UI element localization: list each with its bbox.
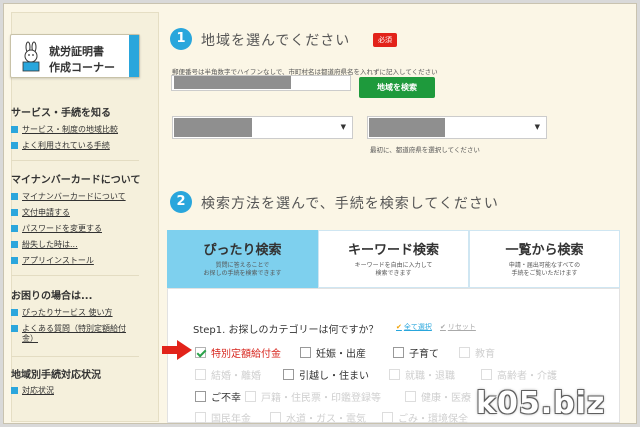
checkbox[interactable] [245, 391, 256, 402]
redacted-select-value [174, 118, 252, 137]
checkbox-checked[interactable] [195, 347, 206, 358]
bullet-square-icon [11, 126, 18, 133]
sidebar-link-popular-procedures[interactable]: よく利用されている手続 [11, 141, 110, 151]
checkbox[interactable] [481, 369, 492, 380]
dropdown-caret-icon: ▼ [534, 123, 540, 131]
reset-link[interactable]: ✔ リセット [440, 322, 476, 332]
option-marriage[interactable]: 結婚・離婚 [195, 367, 261, 382]
checkbox[interactable] [300, 347, 311, 358]
sidebar-link-app-install[interactable]: アプリインストール [11, 256, 94, 266]
step1-number-badge: 1 [170, 28, 192, 50]
bullet-square-icon [11, 225, 18, 232]
tab-keyword-search[interactable]: キーワード検索 キーワードを自由に入力して 検索できます [318, 230, 469, 288]
option-health[interactable]: 健康・医療 [405, 389, 471, 404]
redacted-select-value [369, 118, 445, 137]
bullet-square-icon [11, 387, 18, 394]
category-question: Step1. お探しのカテゴリーは何ですか？ [193, 325, 379, 336]
sidebar-link-apply[interactable]: 文付申請する [11, 208, 70, 218]
sidebar-divider [11, 275, 139, 276]
bullet-square-icon [11, 142, 18, 149]
checkbox[interactable] [270, 412, 281, 423]
step2-title: 検索方法を選んで、手続を検索してください [201, 196, 499, 212]
checkbox[interactable] [195, 412, 206, 423]
sidebar-link-status[interactable]: 対応状況 [11, 386, 54, 396]
option-garbage[interactable]: ごみ・環境保全 [382, 410, 468, 425]
checkbox[interactable] [195, 391, 206, 402]
option-utilities[interactable]: 水道・ガス・電気 [270, 410, 366, 425]
tab-perfect-search[interactable]: ぴったり検索 質問に答えることで お探しの手続を検索できます [167, 230, 318, 294]
option-moving[interactable]: 引越し・住まい [283, 367, 369, 382]
checkbox[interactable] [459, 347, 470, 358]
required-badge: 必須 [373, 33, 397, 47]
sidebar-link-regional-compare[interactable]: サービス・制度の地域比較 [11, 125, 118, 135]
option-pregnancy[interactable]: 妊娠・出産 [300, 345, 366, 360]
sidebar-link-how-to-use[interactable]: ぴったりサービス 使い方 [11, 308, 113, 318]
check-icon: ✔ [396, 323, 402, 331]
option-special-benefit[interactable]: 特別定額給付金 [195, 345, 281, 360]
option-elderly-care[interactable]: 高齢者・介護 [481, 367, 557, 382]
option-employment[interactable]: 就職・退職 [389, 367, 455, 382]
check-icon: ✔ [440, 323, 446, 331]
region-search-button[interactable]: 地域を検索 [359, 77, 435, 98]
rabbit-laptop-icon [17, 41, 45, 73]
section-heading-mynumber: マイナンバーカードについて [11, 175, 141, 186]
option-education[interactable]: 教育 [459, 345, 495, 360]
sidebar-link-change-password[interactable]: パスワードを変更する [11, 224, 102, 234]
watermark: k05.biz [476, 386, 606, 421]
bullet-square-icon [11, 309, 18, 316]
banner-line1: 就労証明書 [49, 45, 104, 58]
banner-arrow-strip [129, 35, 139, 77]
sidebar-divider [11, 160, 139, 161]
select-all-link[interactable]: ✔ 全て選択 [396, 322, 432, 332]
step2-number-badge: 2 [170, 191, 192, 213]
select-prefecture-hint: 最初に、都道府県を選択してください [370, 146, 480, 154]
option-bereavement[interactable]: ご不幸 [195, 389, 241, 404]
work-certificate-banner[interactable]: 就労証明書 作成コーナー [10, 34, 140, 78]
option-national-pension[interactable]: 国民年金 [195, 410, 251, 425]
tab-list-search[interactable]: 一覧から検索 申請・届出可能なすべての 手続をご覧いただけます [469, 230, 620, 288]
red-pointer-arrow-icon [162, 340, 192, 360]
checkbox[interactable] [405, 391, 416, 402]
checkbox[interactable] [382, 412, 393, 423]
banner-line2: 作成コーナー [49, 61, 115, 74]
option-childcare[interactable]: 子育て [393, 345, 439, 360]
checkbox[interactable] [393, 347, 404, 358]
option-family-register[interactable]: 戸籍・住民票・印鑑登録等 [245, 389, 381, 404]
checkbox[interactable] [389, 369, 400, 380]
step1-title: 地域を選んでください [201, 33, 351, 49]
sidebar-link-faq[interactable]: よくある質問（特別定額給付 金） [11, 324, 126, 344]
section-heading-help: お困りの場合は... [11, 291, 93, 302]
redacted-input-value [174, 76, 291, 89]
bullet-square-icon [11, 241, 18, 248]
bullet-square-icon [11, 193, 18, 200]
bullet-square-icon [11, 257, 18, 264]
sidebar-link-about-mynumber[interactable]: マイナンバーカードについて [11, 192, 126, 202]
dropdown-caret-icon: ▼ [340, 123, 346, 131]
bullet-square-icon [11, 209, 18, 216]
checkbox[interactable] [283, 369, 294, 380]
bullet-square-icon [11, 325, 18, 332]
sidebar-link-lost-card[interactable]: 紛失した時は... [11, 240, 78, 250]
section-heading-services: サービス・手続を知る [11, 108, 111, 119]
checkbox[interactable] [195, 369, 206, 380]
sidebar-divider [11, 356, 139, 357]
section-heading-regional-status: 地域別手続対応状況 [11, 370, 101, 381]
